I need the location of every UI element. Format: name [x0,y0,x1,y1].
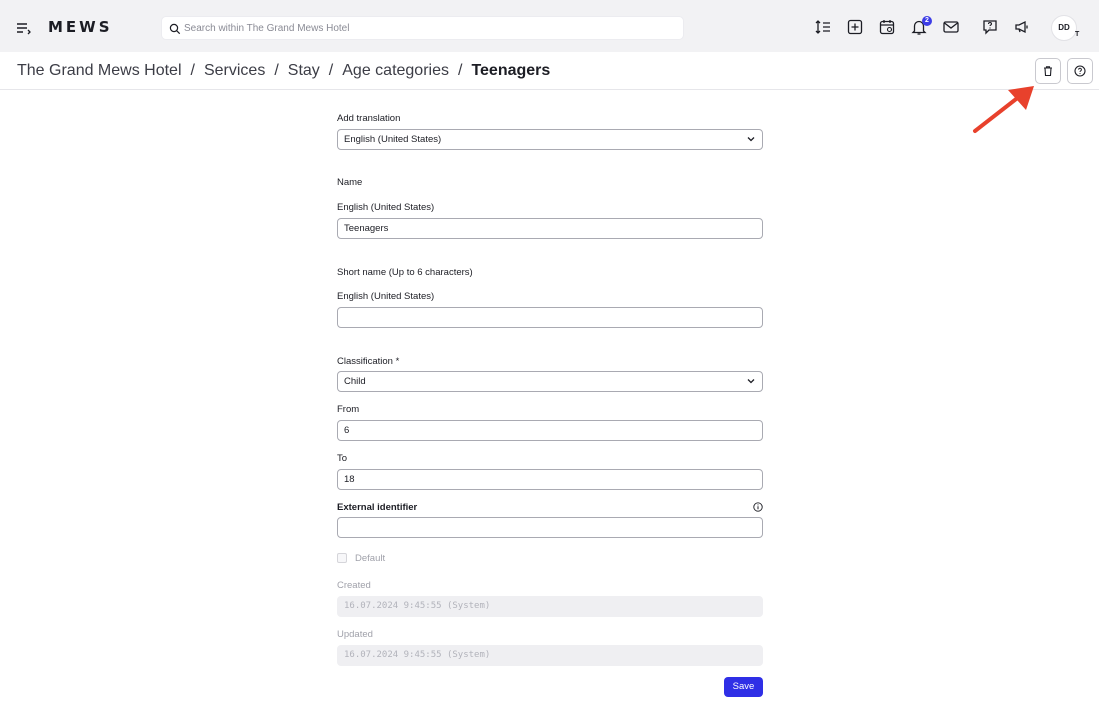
from-input[interactable]: 6 [337,420,763,441]
add-translation-label: Add translation [337,113,401,124]
save-button[interactable]: Save [724,677,763,697]
short-name-section-label: Short name (Up to 6 characters) [337,267,473,278]
add-translation-value: English (United States) [344,134,442,145]
mail-icon[interactable] [942,18,960,36]
updated-label: Updated [337,629,373,640]
help-chat-icon[interactable] [981,18,999,36]
breadcrumb-item-stay[interactable]: Stay [288,62,320,80]
name-section-label: Name [337,177,363,188]
breadcrumb-item-services[interactable]: Services [204,62,265,80]
classification-value: Child [344,376,366,387]
from-label: From [337,404,360,415]
top-bar: MEWS 2 DD T [0,0,1099,52]
name-input[interactable]: Teenagers [337,218,763,239]
megaphone-icon[interactable] [1013,18,1031,36]
breadcrumb-separator: / [190,62,195,79]
search-icon [169,22,181,35]
breadcrumb-separator: / [328,62,334,79]
mews-logo[interactable]: MEWS [48,19,136,35]
calendar-icon[interactable] [878,18,896,36]
sort-icon[interactable] [814,18,832,36]
user-avatar[interactable]: DD [1051,15,1077,41]
help-button[interactable] [1067,58,1093,84]
name-language-label: English (United States) [337,202,435,213]
notification-badge: 2 [922,16,932,26]
external-identifier-label: External identifier [337,502,418,513]
updated-field: 16.07.2024 9:45:55 (System) [337,645,763,666]
chevron-down-icon [747,137,755,142]
short-name-input[interactable] [337,307,763,328]
page-title: Teenagers [471,62,551,79]
add-icon[interactable] [846,18,864,36]
breadcrumb-separator: / [274,62,279,79]
menu-icon[interactable] [15,19,33,37]
add-translation-select[interactable]: English (United States) [337,129,763,150]
info-icon[interactable] [753,502,763,512]
annotation-arrow-icon [973,86,1034,133]
search-box[interactable] [161,16,684,40]
page-header: The Grand Mews Hotel / Services / Stay / Age c… [0,52,1099,90]
short-name-language-label: English (United States) [337,291,435,302]
default-checkbox[interactable] [337,553,347,563]
breadcrumb-separator: / [457,62,463,79]
created-field: 16.07.2024 9:45:55 (System) [337,596,763,617]
breadcrumb-item-age-categories[interactable]: Age categories [342,62,449,80]
breadcrumb-item-hotel[interactable]: The Grand Mews Hotel [17,62,182,80]
classification-label: Classification * [337,356,400,367]
avatar-sub-label: T [1075,31,1080,38]
delete-button[interactable] [1035,58,1061,84]
breadcrumb: The Grand Mews Hotel / Services / Stay / Age c… [17,62,550,80]
to-input[interactable]: 18 [337,469,763,490]
question-circle-icon [1074,65,1086,77]
classification-select[interactable]: Child [337,371,763,392]
chevron-down-icon [747,379,755,384]
created-label: Created [337,580,371,591]
search-input[interactable] [184,17,674,39]
trash-icon [1044,66,1052,77]
to-label: To [337,453,348,464]
external-identifier-input[interactable] [337,517,763,538]
default-label: Default [355,553,386,564]
